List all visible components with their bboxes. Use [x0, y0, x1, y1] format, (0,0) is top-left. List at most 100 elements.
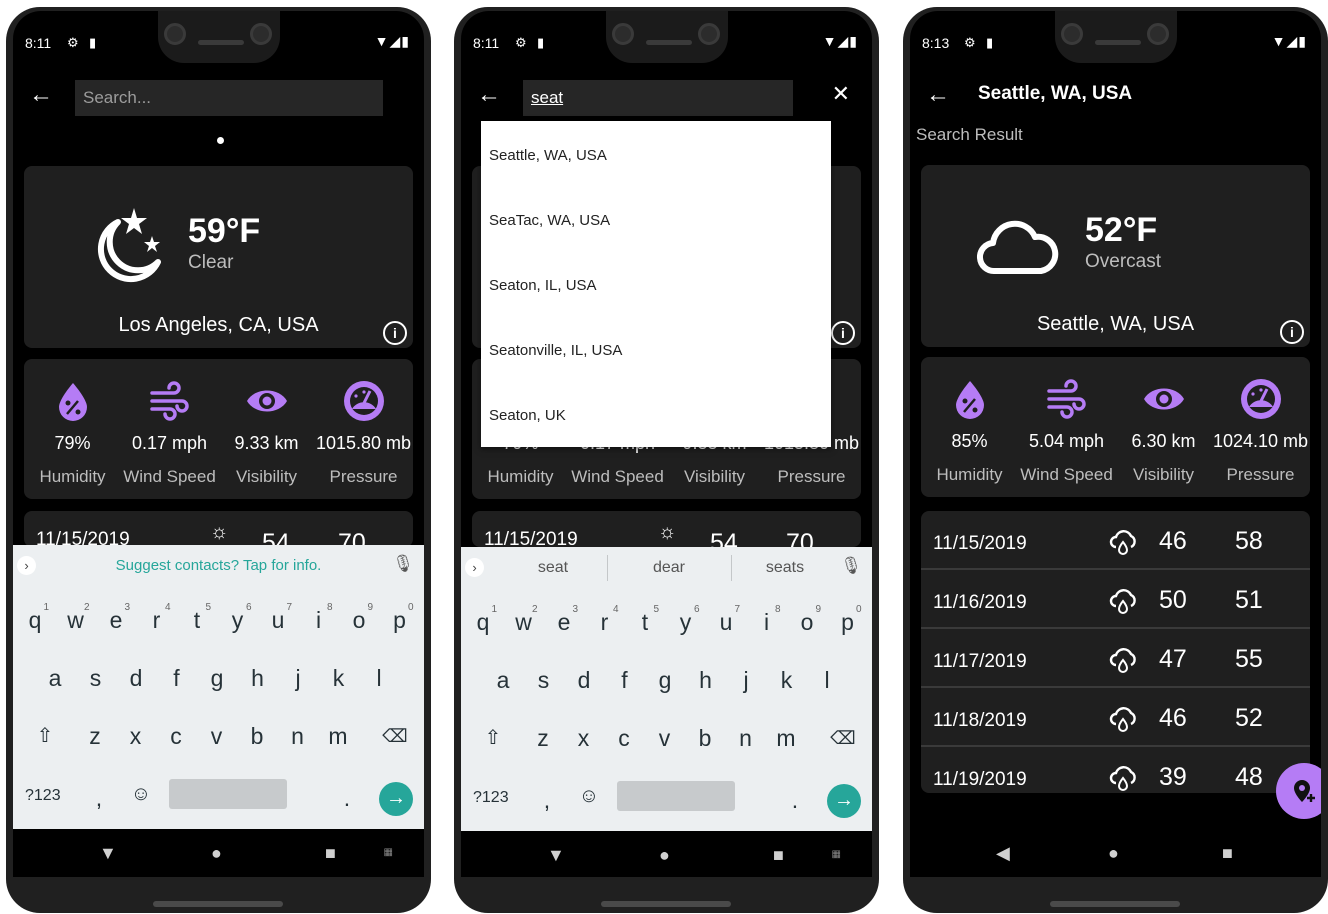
info-icon[interactable]: i [1280, 320, 1304, 344]
nav-recents-icon[interactable]: ■ [773, 845, 784, 866]
suggestion-item[interactable]: Seattle, WA, USA [489, 147, 607, 164]
key-g[interactable]: g [199, 655, 235, 701]
forecast-row[interactable]: 11/18/2019 46 52 [921, 688, 1310, 747]
key-d[interactable]: d [566, 657, 602, 703]
key-m[interactable]: m [768, 715, 804, 761]
key-k[interactable]: k [321, 655, 357, 701]
search-input[interactable] [523, 80, 793, 116]
add-location-button[interactable] [1276, 763, 1321, 819]
key-x[interactable]: x [566, 715, 602, 761]
enter-arrow-icon[interactable]: → [827, 784, 861, 818]
symbols-key[interactable]: ?123 [25, 787, 61, 805]
key-e[interactable]: e3 [98, 597, 134, 643]
key-q[interactable]: q1 [17, 597, 53, 643]
key-b[interactable]: b [239, 713, 275, 759]
period-key[interactable]: . [329, 775, 365, 821]
shift-icon[interactable]: ⇧ [27, 713, 63, 759]
key-z[interactable]: z [525, 715, 561, 761]
key-h[interactable]: h [688, 657, 724, 703]
mic-icon[interactable]: 🎙 [840, 556, 862, 576]
suggestion-item[interactable]: Seaton, UK [489, 407, 566, 424]
key-u[interactable]: u7 [260, 597, 296, 643]
key-r[interactable]: r4 [587, 599, 623, 645]
key-g[interactable]: g [647, 657, 683, 703]
key-c[interactable]: c [158, 713, 194, 759]
key-a[interactable]: a [37, 655, 73, 701]
key-k[interactable]: k [769, 657, 805, 703]
key-v[interactable]: v [647, 715, 683, 761]
key-z[interactable]: z [77, 713, 113, 759]
word-suggestion[interactable]: seats [735, 559, 835, 577]
keyboard-switch-icon[interactable]: ▦ [384, 847, 394, 858]
back-arrow-icon[interactable]: ← [29, 81, 53, 109]
key-h[interactable]: h [240, 655, 276, 701]
key-v[interactable]: v [199, 713, 235, 759]
expand-chevron-icon[interactable]: › [465, 558, 484, 577]
key-i[interactable]: i8 [749, 599, 785, 645]
contacts-hint[interactable]: Suggest contacts? Tap for info. [13, 557, 424, 574]
nav-recents-icon[interactable]: ■ [325, 843, 336, 864]
enter-arrow-icon[interactable]: → [379, 782, 413, 816]
key-q[interactable]: q1 [465, 599, 501, 645]
key-l[interactable]: l [361, 655, 397, 701]
space-bar[interactable] [169, 779, 287, 809]
backspace-icon[interactable]: ⌫ [377, 713, 413, 759]
key-s[interactable]: s [78, 655, 114, 701]
key-p[interactable]: p0 [830, 599, 866, 645]
key-c[interactable]: c [606, 715, 642, 761]
info-icon[interactable]: i [383, 321, 407, 345]
search-input[interactable] [75, 80, 383, 116]
key-e[interactable]: e3 [546, 599, 582, 645]
key-m[interactable]: m [320, 713, 356, 759]
key-f[interactable]: f [607, 657, 643, 703]
key-j[interactable]: j [280, 655, 316, 701]
key-a[interactable]: a [485, 657, 521, 703]
suggestion-item[interactable]: Seaton, IL, USA [489, 277, 597, 294]
nav-home-icon[interactable]: ● [1108, 843, 1119, 864]
keyboard-switch-icon[interactable]: ▦ [832, 849, 842, 860]
key-f[interactable]: f [159, 655, 195, 701]
back-arrow-icon[interactable]: ← [926, 81, 950, 109]
suggestion-item[interactable]: SeaTac, WA, USA [489, 212, 610, 229]
forecast-row[interactable]: 11/16/2019 50 51 [921, 570, 1310, 629]
symbols-key[interactable]: ?123 [473, 789, 509, 807]
nav-home-icon[interactable]: ● [659, 845, 670, 866]
key-t[interactable]: t5 [179, 597, 215, 643]
nav-home-icon[interactable]: ● [211, 843, 222, 864]
suggestion-item[interactable]: Seatonville, IL, USA [489, 342, 622, 359]
nav-back-icon[interactable]: ▼ [99, 843, 117, 864]
key-s[interactable]: s [526, 657, 562, 703]
key-o[interactable]: o9 [341, 597, 377, 643]
comma-key[interactable]: , [81, 775, 117, 821]
period-key[interactable]: . [777, 777, 813, 823]
key-p[interactable]: p0 [382, 597, 418, 643]
nav-back-icon[interactable]: ◀ [996, 843, 1010, 864]
key-b[interactable]: b [687, 715, 723, 761]
info-icon[interactable]: i [831, 321, 855, 345]
key-t[interactable]: t5 [627, 599, 663, 645]
key-x[interactable]: x [118, 713, 154, 759]
nav-back-icon[interactable]: ▼ [547, 845, 565, 866]
emoji-icon[interactable]: ☺ [123, 771, 159, 817]
key-u[interactable]: u7 [708, 599, 744, 645]
comma-key[interactable]: , [529, 777, 565, 823]
nav-recents-icon[interactable]: ■ [1222, 843, 1233, 864]
key-w[interactable]: w2 [58, 597, 94, 643]
clear-icon[interactable]: ✕ [832, 81, 850, 107]
key-r[interactable]: r4 [139, 597, 175, 643]
key-n[interactable]: n [728, 715, 764, 761]
forecast-row[interactable]: 11/19/2019 39 48 [921, 747, 1310, 793]
space-bar[interactable] [617, 781, 735, 811]
word-suggestion[interactable]: seat [503, 559, 603, 577]
key-l[interactable]: l [809, 657, 845, 703]
mic-icon[interactable]: 🎙 [392, 554, 414, 574]
key-j[interactable]: j [728, 657, 764, 703]
word-suggestion[interactable]: dear [619, 559, 719, 577]
key-y[interactable]: y6 [220, 597, 256, 643]
key-o[interactable]: o9 [789, 599, 825, 645]
key-n[interactable]: n [280, 713, 316, 759]
key-w[interactable]: w2 [506, 599, 542, 645]
key-d[interactable]: d [118, 655, 154, 701]
backspace-icon[interactable]: ⌫ [825, 715, 861, 761]
forecast-row[interactable]: 11/17/2019 47 55 [921, 629, 1310, 688]
